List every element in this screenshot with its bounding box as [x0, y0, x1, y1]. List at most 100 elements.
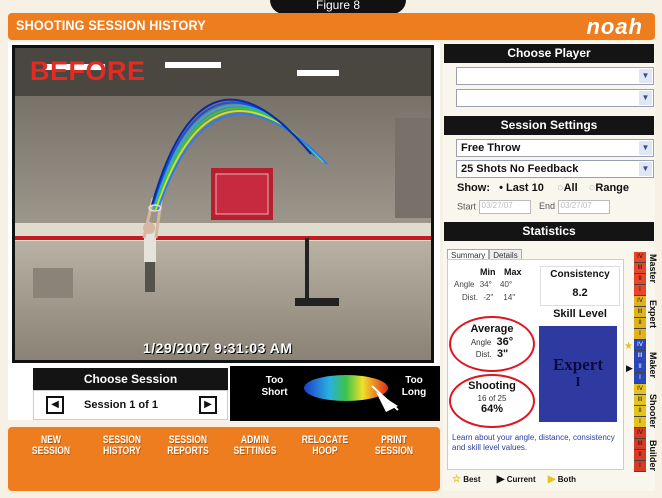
ladder-label-master: Master: [648, 254, 658, 284]
bottom-nav: NEW SESSION SESSION HISTORY SESSION REPO…: [8, 427, 440, 491]
angle-label: Angle: [454, 280, 475, 289]
admin-settings-button[interactable]: ADMIN SETTINGS: [229, 435, 280, 457]
show-last-10-radio[interactable]: • Last 10: [499, 182, 544, 194]
session-mode-value: 25 Shots No Feedback: [461, 163, 579, 175]
both-marker-icon: ▶: [547, 474, 556, 485]
chevron-right-icon: ▶: [204, 399, 212, 410]
session-settings-header: Session Settings: [444, 116, 654, 135]
show-range-radio[interactable]: Range: [595, 182, 629, 194]
ladder-segment: II: [634, 450, 646, 461]
relocate-hoop-line2: HOOP: [312, 445, 338, 457]
ladder-segment: I: [634, 373, 646, 384]
page-title: SHOOTING SESSION HISTORY: [16, 17, 206, 33]
average-label: Average: [470, 323, 514, 335]
session-history-button[interactable]: SESSION HISTORY: [99, 435, 146, 457]
angle-max: 40°: [500, 280, 513, 289]
new-session-button[interactable]: NEW SESSION: [32, 435, 71, 457]
dist-min: -2": [483, 293, 494, 302]
skill-level-badge: Expert I: [539, 326, 617, 422]
ladder-segment: III: [634, 351, 646, 362]
ladder-segment: III: [634, 395, 646, 406]
end-date-field[interactable]: 03/27/07: [557, 200, 610, 214]
shooting-label: Shooting: [468, 380, 516, 392]
ladder-segment: I: [634, 461, 646, 472]
angle-min: 34°: [479, 280, 492, 289]
session-mode-select[interactable]: 25 Shots No Feedback ▼: [456, 160, 654, 178]
video-timestamp: 1/29/2007 9:31:03 AM: [143, 340, 293, 356]
min-max-table: Min Max Angle 34° 40° Dist. -2" 14": [452, 266, 535, 306]
too-long-label: Too Long: [401, 375, 427, 398]
player-select-1[interactable]: ▼: [456, 67, 654, 85]
avg-dist-label: Dist.: [475, 350, 492, 359]
arrow-right-icon: ▶: [496, 474, 505, 485]
consistency-box: Consistency 8.2: [540, 266, 620, 306]
ladder-segment: I: [634, 329, 646, 340]
noah-logo: noah: [586, 14, 643, 39]
session-navigator: ◀ Session 1 of 1 ▶: [33, 390, 228, 420]
show-filter: Show: • Last 10 ○All ○Range: [457, 182, 629, 194]
shooting-percent: 64%: [480, 403, 504, 415]
distance-gradient-icon: [304, 375, 399, 412]
ladder-segment: III: [634, 307, 646, 318]
ladder-segment: III: [634, 263, 646, 274]
player-select-2[interactable]: ▼: [456, 89, 654, 107]
start-label: Start: [457, 201, 477, 212]
chevron-down-icon: ▼: [639, 69, 652, 83]
ladder-segment: IV: [634, 384, 646, 395]
min-header: Min: [480, 267, 496, 277]
key-current: Current: [506, 475, 536, 484]
ladder-label-builder: Builder: [648, 440, 658, 472]
skill-level-name: Expert: [552, 355, 604, 374]
skill-ladder: IV III II I IV III II I IV III II I IV III II I IV III II I: [634, 252, 646, 490]
ladder-label-shooter: Shooter: [648, 394, 658, 429]
title-bar: SHOOTING SESSION HISTORY noah: [8, 13, 655, 40]
end-label: End: [539, 201, 556, 212]
shot-type-value: Free Throw: [461, 142, 521, 154]
ladder-segment: IV: [634, 428, 646, 439]
ladder-segment: II: [634, 362, 646, 373]
session-reports-button[interactable]: SESSION REPORTS: [165, 435, 212, 457]
shooting-made: 16 of 25: [477, 394, 507, 403]
consistency-value: 8.2: [572, 287, 588, 299]
key-both: Both: [557, 475, 576, 484]
avg-angle-label: Angle: [470, 338, 492, 347]
too-short-label: Too Short: [261, 375, 288, 398]
show-all-radio[interactable]: All: [564, 182, 578, 194]
ladder-segment: II: [634, 406, 646, 417]
relocate-hoop-button[interactable]: RELOCATE HOOP: [298, 435, 353, 457]
session-reports-line2: REPORTS: [167, 445, 209, 457]
statistics-header: Statistics: [444, 222, 654, 241]
radio-icon: ○: [556, 182, 564, 194]
key-best: Best: [463, 475, 481, 484]
print-session-line2: SESSION: [374, 445, 414, 457]
new-session-line2: SESSION: [31, 445, 71, 457]
next-session-button[interactable]: ▶: [199, 396, 217, 414]
consistency-label: Consistency: [550, 269, 610, 280]
date-range: Start 03/27/07 End 03/27/07: [457, 200, 610, 214]
skill-level-label: Skill Level: [553, 308, 607, 320]
marker-key: ☆ Best ▶ Current ▶ Both: [452, 474, 576, 485]
shot-type-select[interactable]: Free Throw ▼: [456, 139, 654, 157]
figure-label: Figure 8: [270, 0, 406, 14]
learn-more-link[interactable]: Learn about your angle, distance, consis…: [452, 433, 620, 453]
average-panel: Average Angle 36° Dist. 3": [449, 316, 535, 372]
choose-session-header: Choose Session: [33, 368, 228, 390]
before-label: BEFORE: [30, 56, 146, 86]
shooting-panel: Shooting 16 of 25 64%: [449, 374, 535, 428]
choose-player-header: Choose Player: [444, 44, 654, 63]
ladder-segment: II: [634, 274, 646, 285]
chevron-left-icon: ◀: [51, 399, 59, 410]
ladder-segment: II: [634, 318, 646, 329]
avg-dist-value: 3": [496, 348, 509, 360]
previous-session-button[interactable]: ◀: [46, 396, 64, 414]
chevron-down-icon: ▼: [639, 141, 652, 155]
max-header: Max: [504, 267, 522, 277]
ladder-segment: IV: [634, 296, 646, 307]
ladder-segment: III: [634, 439, 646, 450]
screen: Figure 8 SHOOTING SESSION HISTORY noah B…: [0, 0, 662, 498]
ladder-label-expert: Expert: [648, 300, 658, 329]
session-counter: Session 1 of 1: [84, 399, 158, 411]
ladder-segment: IV: [634, 252, 646, 263]
start-date-field[interactable]: 03/27/07: [478, 200, 531, 214]
print-session-button[interactable]: PRINT SESSION: [371, 435, 418, 457]
